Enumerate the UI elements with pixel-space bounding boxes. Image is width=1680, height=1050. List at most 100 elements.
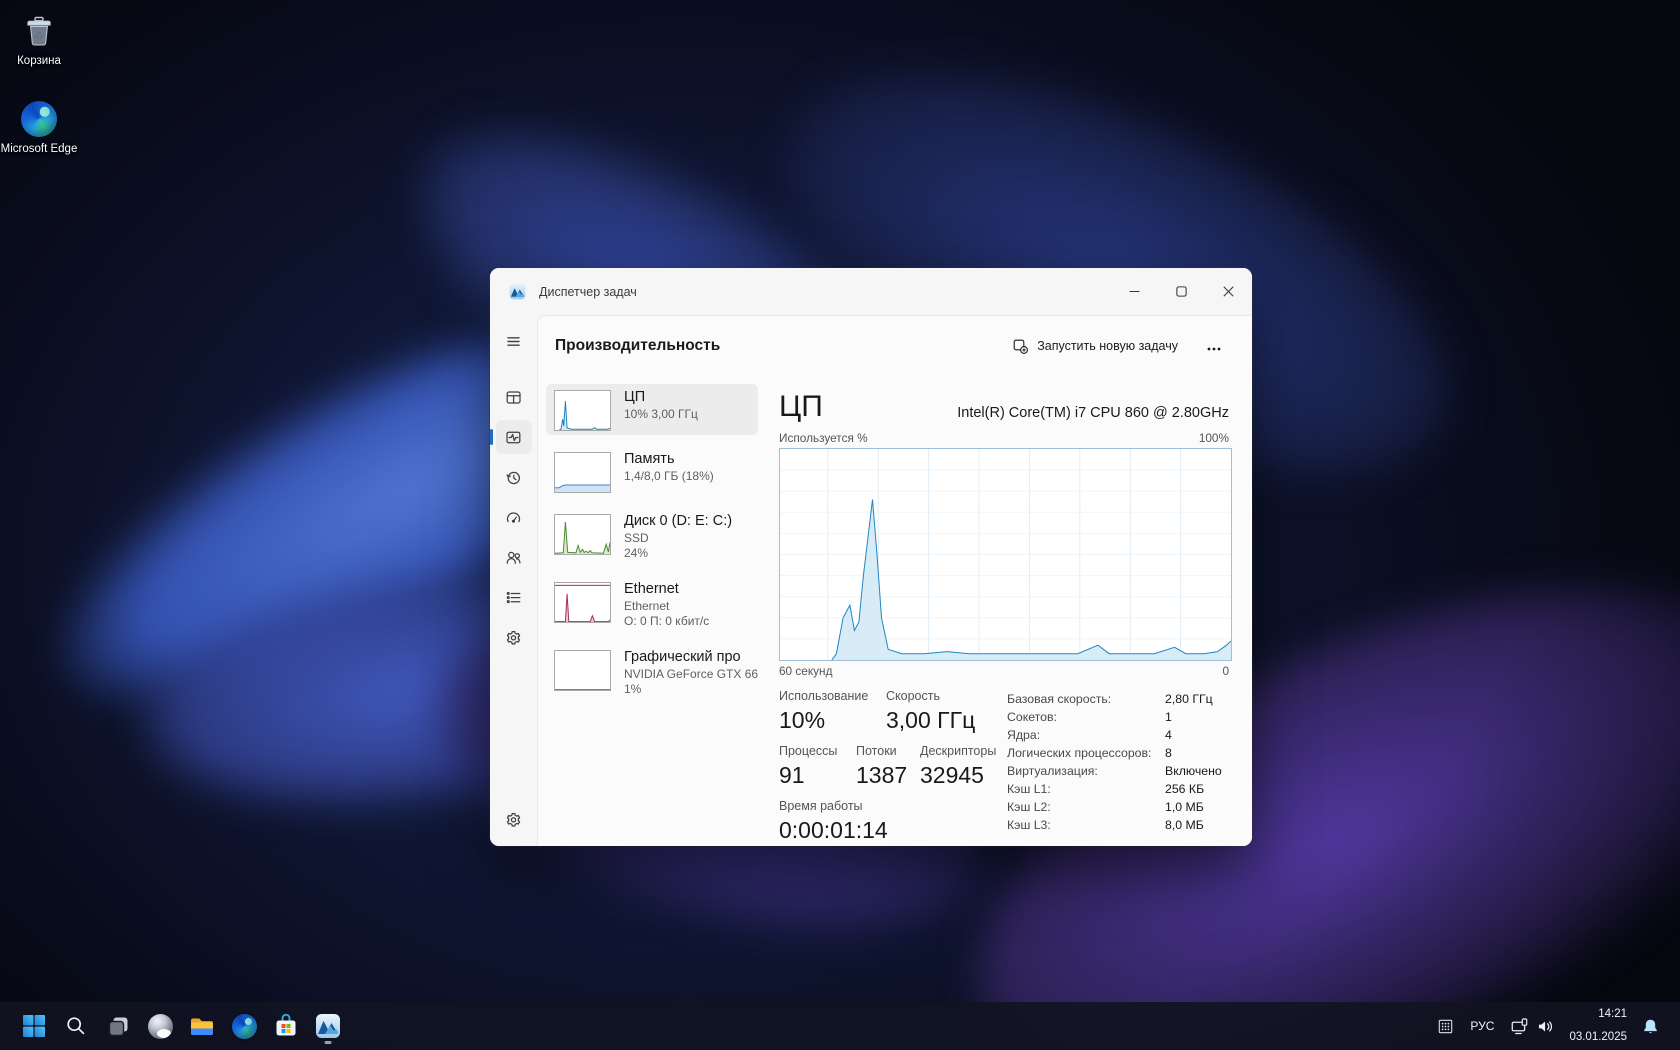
perf-item-cpu[interactable]: ЦП 10% 3,00 ГГц	[546, 384, 758, 435]
services-icon	[505, 629, 522, 646]
nav-services[interactable]	[496, 620, 532, 654]
usage-stat: Использование 10%	[779, 689, 886, 735]
tray-time: 14:21	[1598, 1008, 1627, 1022]
maximize-icon	[1176, 286, 1187, 297]
edge-icon	[232, 1014, 257, 1039]
l3-cache-row: Кэш L3:8,0 МБ	[1007, 816, 1229, 834]
maximize-button[interactable]	[1158, 268, 1205, 315]
gpu-thumbnail-chart	[554, 650, 611, 691]
settings-button[interactable]	[496, 802, 532, 836]
tray-clock-button[interactable]: 14:21 03.01.2025	[1561, 1006, 1635, 1046]
performance-icon	[505, 429, 522, 446]
speaker-icon	[1537, 1018, 1554, 1035]
running-indicator	[325, 1041, 332, 1044]
cpu-detail-panel: ЦП Intel(R) Core(TM) i7 CPU 860 @ 2.80GH…	[779, 384, 1229, 846]
page-title: Производительность	[555, 337, 720, 355]
handles-stat: Дескрипторы 32945	[920, 744, 1004, 790]
cpu-stats-primary: Использование 10% Скорость 3,00 ГГц	[779, 689, 1007, 846]
taskbar-start-button[interactable]	[14, 1006, 54, 1046]
cpu-thumbnail-chart	[554, 390, 611, 431]
content-header: Производительность Запустить новую задач…	[538, 316, 1252, 376]
tray-network-volume-button[interactable]	[1504, 1006, 1561, 1046]
desktop-icon-label: Корзина	[17, 55, 61, 69]
tray-notification-bell-button[interactable]	[1635, 1006, 1666, 1046]
sockets-row: Сокетов:1	[1007, 708, 1229, 726]
notification-bell-icon	[1642, 1018, 1659, 1035]
threads-stat: Потоки 1387	[856, 744, 920, 790]
uptime-stat: Время работы 0:00:01:14	[779, 799, 896, 845]
edge-icon	[20, 100, 58, 138]
perf-item-detail: 1%	[624, 682, 750, 697]
app-history-icon	[505, 469, 522, 486]
taskbar-search-button[interactable]	[56, 1006, 96, 1046]
nav-processes[interactable]	[496, 380, 532, 414]
cpu-model-name: Intel(R) Core(TM) i7 CPU 860 @ 2.80GHz	[957, 405, 1229, 424]
processes-icon	[505, 389, 522, 406]
l1-cache-row: Кэш L1:256 КБ	[1007, 780, 1229, 798]
taskbar-copilot-button[interactable]	[140, 1006, 180, 1046]
close-icon	[1223, 286, 1234, 297]
speed-stat: Скорость 3,00 ГГц	[886, 689, 983, 735]
copilot-icon	[148, 1014, 173, 1039]
nav-performance[interactable]	[496, 420, 532, 454]
cores-row: Ядра:4	[1007, 726, 1229, 744]
more-options-button[interactable]	[1198, 332, 1230, 361]
task-manager-window: Диспетчер задач	[490, 268, 1252, 846]
processes-stat: Процессы 91	[779, 744, 856, 790]
perf-item-title: Графический про	[624, 648, 750, 667]
navigation-menu-button[interactable]	[496, 324, 532, 358]
perf-item-ethernet[interactable]: Ethernet Ethernet О: 0 П: 0 кбит/с	[546, 576, 758, 633]
nav-users[interactable]	[496, 540, 532, 574]
perf-item-memory[interactable]: Память 1,4/8,0 ГБ (18%)	[546, 446, 758, 497]
usage-max-label: 100%	[1199, 431, 1229, 445]
taskbar-edge-button[interactable]	[224, 1006, 264, 1046]
cpu-panel-title: ЦП	[779, 390, 823, 424]
taskbar-task-manager-button[interactable]	[308, 1006, 348, 1046]
perf-item-detail: 10% 3,00 ГГц	[624, 407, 698, 422]
perf-item-title: Диск 0 (D: E: C:)	[624, 512, 732, 531]
taskbar: РУС 14:21 03.01.2025	[0, 1002, 1680, 1050]
startup-apps-icon	[505, 509, 522, 526]
run-new-task-button[interactable]: Запустить новую задачу	[1003, 332, 1188, 361]
perf-item-detail: О: 0 П: 0 кбит/с	[624, 614, 709, 629]
taskbar-task-view-button[interactable]	[98, 1006, 138, 1046]
tray-language-button[interactable]: РУС	[1460, 1006, 1504, 1046]
nav-app-history[interactable]	[496, 460, 532, 494]
cpu-usage-chart	[779, 448, 1232, 661]
navigation-rail	[490, 315, 537, 846]
perf-item-title: ЦП	[624, 388, 698, 407]
time-zero-label: 0	[1222, 664, 1229, 678]
desktop-icon-edge[interactable]: Microsoft Edge	[0, 100, 78, 157]
taskbar-file-explorer-button[interactable]	[182, 1006, 222, 1046]
taskbar-microsoft-store-button[interactable]	[266, 1006, 306, 1046]
close-button[interactable]	[1205, 268, 1252, 315]
perf-item-disk-0[interactable]: Диск 0 (D: E: C:) SSD 24%	[546, 508, 758, 565]
minimize-icon	[1129, 286, 1140, 297]
desktop-icon-recycle-bin[interactable]: ♻ Корзина	[0, 12, 78, 69]
new-task-icon	[1013, 339, 1028, 354]
usage-axis-label: Используется %	[779, 431, 868, 445]
perf-item-gpu[interactable]: Графический про NVIDIA GeForce GTX 66 1%	[546, 644, 758, 701]
time-axis-label: 60 секунд	[779, 664, 832, 678]
minimize-button[interactable]	[1111, 268, 1158, 315]
task-manager-icon	[315, 1013, 341, 1039]
perf-item-detail: NVIDIA GeForce GTX 66	[624, 667, 750, 682]
window-titlebar[interactable]: Диспетчер задач	[490, 268, 1252, 315]
network-icon	[1511, 1018, 1528, 1035]
base-speed-row: Базовая скорость:2,80 ГГц	[1007, 690, 1229, 708]
file-explorer-icon	[189, 1013, 215, 1039]
performance-metric-list: ЦП 10% 3,00 ГГц Память 1,4/8,0 ГБ (18%)	[546, 384, 758, 846]
perf-item-title: Память	[624, 450, 714, 469]
l2-cache-row: Кэш L2:1,0 МБ	[1007, 798, 1229, 816]
task-view-icon	[107, 1015, 130, 1038]
desktop-icon-label: Microsoft Edge	[1, 143, 78, 157]
settings-gear-icon	[505, 811, 522, 828]
perf-item-detail: Ethernet	[624, 599, 709, 614]
users-icon	[505, 549, 522, 566]
tray-hidden-icons-button[interactable]	[1431, 1006, 1460, 1046]
nav-details[interactable]	[496, 580, 532, 614]
perf-item-title: Ethernet	[624, 580, 709, 599]
nav-startup-apps[interactable]	[496, 500, 532, 534]
perf-item-detail: SSD	[624, 531, 732, 546]
task-manager-app-icon	[509, 283, 526, 300]
